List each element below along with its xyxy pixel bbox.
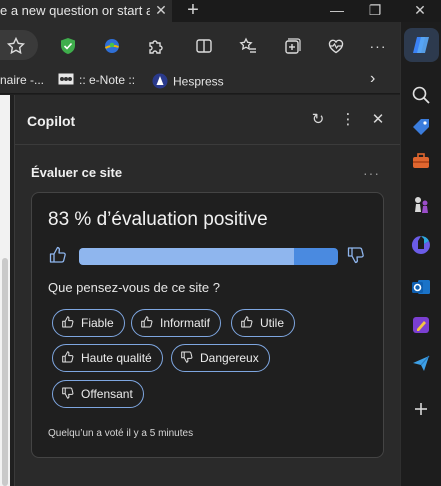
feedback-chip[interactable]: Utile [231,309,296,337]
tab-strip: e a new question or start a c ✕ + — ❐ ✕ [0,0,441,22]
feedback-chip[interactable]: Dangereux [171,344,270,372]
designer-icon[interactable] [410,314,432,336]
page-scrollbar[interactable] [2,258,8,486]
copilot-title: Copilot [27,113,76,129]
feedback-chip-label: Offensant [81,387,133,401]
pane-close-icon[interactable]: ✕ [367,109,389,131]
bookmark-label: Hespress [173,74,224,89]
chess-icon[interactable] [410,194,432,216]
favorite-star-icon[interactable] [4,34,28,58]
rating-bar-positive [79,248,294,265]
tag-icon[interactable] [410,116,432,138]
active-tab[interactable]: e a new question or start a c ✕ [0,0,172,22]
tab-title: e a new question or start a c [0,3,150,18]
window-restore-button[interactable]: ❐ [360,0,390,22]
rating-bar [79,248,338,265]
copilot-icon[interactable] [410,34,432,56]
feedback-chip[interactable]: Haute qualité [52,344,163,372]
site-rating-card: 83 % d’évaluation positive Que pensez-vo… [31,192,384,458]
more-dots-icon[interactable]: ··· [366,34,390,58]
feedback-chip-label: Fiable [81,316,114,330]
bookmark-item-hespress[interactable]: Hespress [152,73,224,92]
vote-timestamp: Quelqu’un a voté il y a 5 minutes [48,428,194,439]
enote-icon [58,73,74,88]
outlook-icon[interactable] [410,276,432,298]
new-tab-button[interactable]: + [180,0,206,22]
extensions-puzzle-icon[interactable] [144,34,168,58]
add-icon[interactable] [410,398,432,420]
rating-headline: 83 % d’évaluation positive [48,209,268,230]
m365-icon[interactable] [410,234,432,256]
favorites-list-icon[interactable] [236,34,260,58]
tab-close-button[interactable]: ✕ [152,1,170,19]
feedback-chip-label: Haute qualité [81,351,152,365]
edge-sidebar [400,22,441,486]
feedback-chip[interactable]: Informatif [131,309,222,337]
hespress-icon [152,73,168,92]
feedback-chip-label: Informatif [160,316,211,330]
rating-question: Que pensez-vous de ce site ? [48,280,220,295]
bookmarks-overflow-chevron-icon[interactable]: › [370,70,375,88]
extension-globe-icon[interactable] [100,34,124,58]
thumbs-up-icon [48,245,68,265]
bookmark-item[interactable]: naire -... [0,73,44,87]
bookmark-label: :: e-Note :: [79,73,136,87]
copilot-pane: Copilot ↻ ⋮ ✕ Évaluer ce site ··· 83 % d… [14,95,401,486]
send-icon[interactable] [410,352,432,374]
feedback-chip-label: Dangereux [200,351,259,365]
thumbs-up-icon [240,312,254,328]
adguard-shield-icon[interactable] [56,34,80,58]
search-icon[interactable] [410,84,432,106]
feedback-chip[interactable]: Offensant [52,380,144,408]
thumbs-down-icon [61,383,75,399]
browser-essentials-heart-icon[interactable] [324,34,348,58]
browser-toolbar: ··· [0,22,400,68]
bookmark-item-enote[interactable]: :: e-Note :: [58,73,135,88]
section-more-icon[interactable]: ··· [363,165,380,181]
feedback-chip-label: Utile [260,316,285,330]
bookmarks-bar: naire -... :: e-Note :: Hespress › [0,68,400,94]
window-close-button[interactable]: ✕ [405,0,435,22]
thumbs-up-icon [61,312,75,328]
feedback-chip[interactable]: Fiable [52,309,125,337]
thumbs-down-icon [180,347,194,363]
copilot-header: Copilot ↻ ⋮ ✕ [15,95,401,145]
pane-more-icon[interactable]: ⋮ [337,109,359,131]
window-minimize-button[interactable]: — [322,0,352,22]
split-screen-icon[interactable] [192,34,216,58]
collections-icon[interactable] [280,34,304,58]
thumbs-up-icon [140,312,154,328]
thumbs-down-icon [346,245,366,265]
toolbox-icon[interactable] [410,150,432,172]
refresh-icon[interactable]: ↻ [307,109,329,131]
section-title: Évaluer ce site [31,165,123,180]
thumbs-up-icon [61,347,75,363]
